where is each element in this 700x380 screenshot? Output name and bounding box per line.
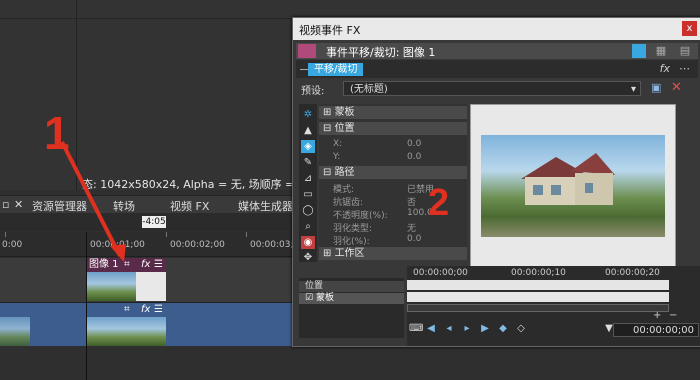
last-keyframe-icon[interactable]: ▶ <box>479 323 491 335</box>
checkbox-checked-icon[interactable]: ☑ <box>305 293 313 303</box>
prev-keyframe-icon[interactable]: ◂ <box>443 323 455 335</box>
plugin-chain-row: 平移/裁切 fx ⋯ <box>296 60 698 78</box>
section-workspace[interactable]: ⊞ 工作区 <box>319 247 467 260</box>
keyframe-row[interactable] <box>407 280 669 290</box>
move-tool-icon[interactable]: ✥ <box>301 251 315 264</box>
keyframe-track-list: 位置 ☑ 蒙板 <box>299 278 404 338</box>
list-item[interactable]: 位置 <box>299 281 404 292</box>
first-keyframe-icon[interactable]: ◀ <box>425 323 437 335</box>
prop-label: Y: <box>333 152 341 162</box>
prop-label: 羽化(%): <box>333 237 370 247</box>
house-illustration <box>521 153 615 205</box>
prop-label: 模式: <box>333 185 355 195</box>
add-fx-icon[interactable]: fx <box>660 62 670 75</box>
prop-label: 不透明度(%): <box>333 211 388 221</box>
preview-image <box>481 135 665 237</box>
settings-tool-icon[interactable]: ✲ <box>301 108 315 121</box>
delete-keyframe-icon[interactable]: ◇ <box>515 323 527 335</box>
delete-preset-icon[interactable]: ✕ <box>671 80 682 95</box>
anchor-tool-icon[interactable]: ⊿ <box>301 172 315 185</box>
section-path[interactable]: ⊟ 路径 <box>319 166 467 179</box>
prop-value[interactable]: 0.0 <box>407 234 421 244</box>
rectangle-tool-icon[interactable]: ▭ <box>301 188 315 201</box>
remove-keyframe-icon[interactable]: − <box>669 310 677 321</box>
pointer-tool-icon[interactable]: ▲ <box>301 124 315 137</box>
prop-label: 抗锯齿: <box>333 198 364 208</box>
chain-options-icon[interactable]: ⋯ <box>679 62 690 75</box>
prop-label: X: <box>333 139 343 149</box>
sync-cursor-icon[interactable]: ⌨ <box>409 323 423 335</box>
snap-tool-icon[interactable]: ◉ <box>301 236 315 249</box>
kf-scrollbar[interactable] <box>407 304 669 312</box>
kf-time-label: 00:00:00;00 <box>413 268 468 278</box>
chevron-down-icon: ▾ <box>630 84 636 95</box>
fx-header-bar: 事件平移/裁切: 图像 1 ▦ ▤ <box>296 43 698 59</box>
save-preset-icon[interactable]: ▣ <box>651 81 661 94</box>
pen-tool-icon[interactable]: ✎ <box>301 156 315 169</box>
create-keyframe-icon[interactable]: ◆ <box>497 323 509 335</box>
keyframe-timecode[interactable]: 00:00:00;00 <box>613 323 699 337</box>
fx-header-title: 事件平移/裁切: 图像 1 <box>326 46 436 59</box>
view-tiles-icon[interactable]: ▤ <box>678 44 692 58</box>
preset-value: (无标题) <box>350 84 388 95</box>
kf-time-label: 00:00:00;20 <box>605 268 660 278</box>
prop-value[interactable]: 无 <box>407 221 416 234</box>
dialog-title: 视频事件 FX <box>299 24 361 37</box>
keyframe-controller[interactable]: 00:00:00;00 00:00:00;10 00:00:00;20 + − … <box>407 266 700 346</box>
section-position[interactable]: ⊟ 位置 <box>319 122 467 135</box>
plugin-icon[interactable] <box>298 44 316 58</box>
view-list-icon[interactable] <box>632 44 646 58</box>
add-keyframe-icon[interactable]: + <box>653 310 661 321</box>
close-button[interactable]: x <box>682 21 697 36</box>
mask-tool-icon[interactable]: ◈ <box>301 140 315 153</box>
zoom-tool-icon[interactable]: ⌕ <box>301 220 315 233</box>
prop-label: 羽化类型: <box>333 224 373 234</box>
prop-value[interactable]: 0.0 <box>407 152 421 162</box>
chain-plugin-pan-crop[interactable]: 平移/裁切 <box>308 63 364 76</box>
section-mask[interactable]: ⊞ 蒙板 <box>319 106 467 119</box>
preview-canvas[interactable] <box>470 104 676 268</box>
video-event-fx-dialog[interactable]: 视频事件 FX x 事件平移/裁切: 图像 1 ▦ ▤ 平移/裁切 fx ⋯ 预… <box>292 17 700 347</box>
kf-time-label: 00:00:00;10 <box>511 268 566 278</box>
list-item[interactable]: ☑ 蒙板 <box>299 293 404 304</box>
prop-value[interactable]: 0.0 <box>407 139 421 149</box>
annotation-number-2: 2 <box>428 182 450 224</box>
prop-value[interactable]: 否 <box>407 195 416 208</box>
next-keyframe-icon[interactable]: ▸ <box>461 323 473 335</box>
preset-label: 预设: <box>301 86 325 97</box>
keyframe-row[interactable] <box>407 292 669 302</box>
dialog-titlebar[interactable]: 视频事件 FX x <box>293 18 700 40</box>
preset-dropdown[interactable]: (无标题) ▾ <box>343 81 641 96</box>
ellipse-tool-icon[interactable]: ◯ <box>301 204 315 217</box>
preset-row: 预设: (无标题) ▾ ▣ ✕ <box>296 80 698 98</box>
tool-strip: ✲ ▲ ◈ ✎ ⊿ ▭ ◯ ⌕ ◉ ✥ <box>299 104 317 264</box>
view-grid-icon[interactable]: ▦ <box>654 44 668 58</box>
